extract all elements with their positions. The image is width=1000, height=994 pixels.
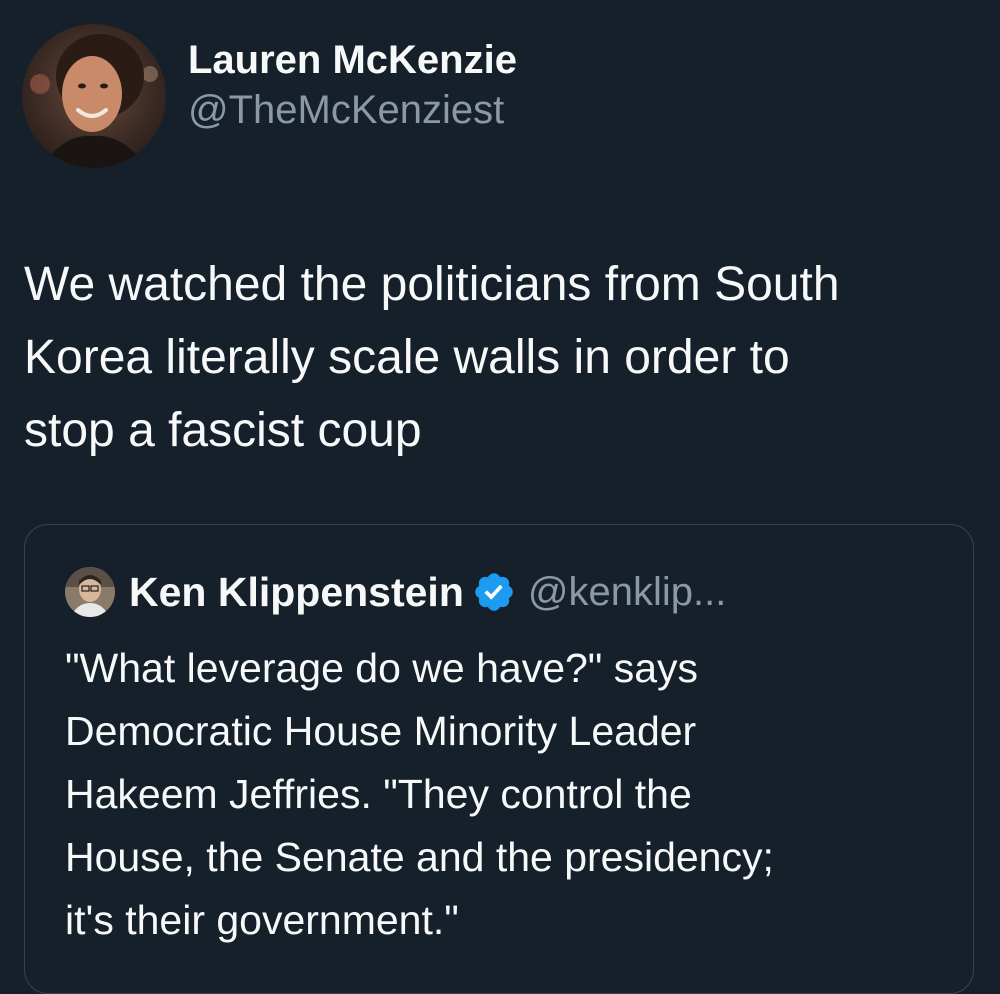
quoted-author-handle: @kenklip... [527,569,727,614]
tweet-card: Lauren McKenzie @TheMcKenziest We watche… [0,0,1000,994]
quoted-tweet-text: "What leverage do we have?" says Democra… [65,645,774,943]
quoted-tweet-header: Ken Klippenstein @kenklip... [65,567,726,617]
verified-badge-icon [475,573,513,611]
author-handle[interactable]: @TheMcKenziest [188,84,517,136]
tweet-text: We watched the politicians from South Ko… [24,258,840,457]
author-avatar[interactable] [22,24,166,168]
quoted-tweet[interactable]: Ken Klippenstein @kenklip... "What lever… [24,524,974,994]
quoted-author-display-name: Ken Klippenstein [129,568,464,615]
author-display-name[interactable]: Lauren McKenzie [188,36,517,84]
tweet-author-row: Lauren McKenzie @TheMcKenziest [22,24,517,168]
quoted-author-avatar [65,567,115,617]
author-names: Lauren McKenzie @TheMcKenziest [188,36,517,136]
